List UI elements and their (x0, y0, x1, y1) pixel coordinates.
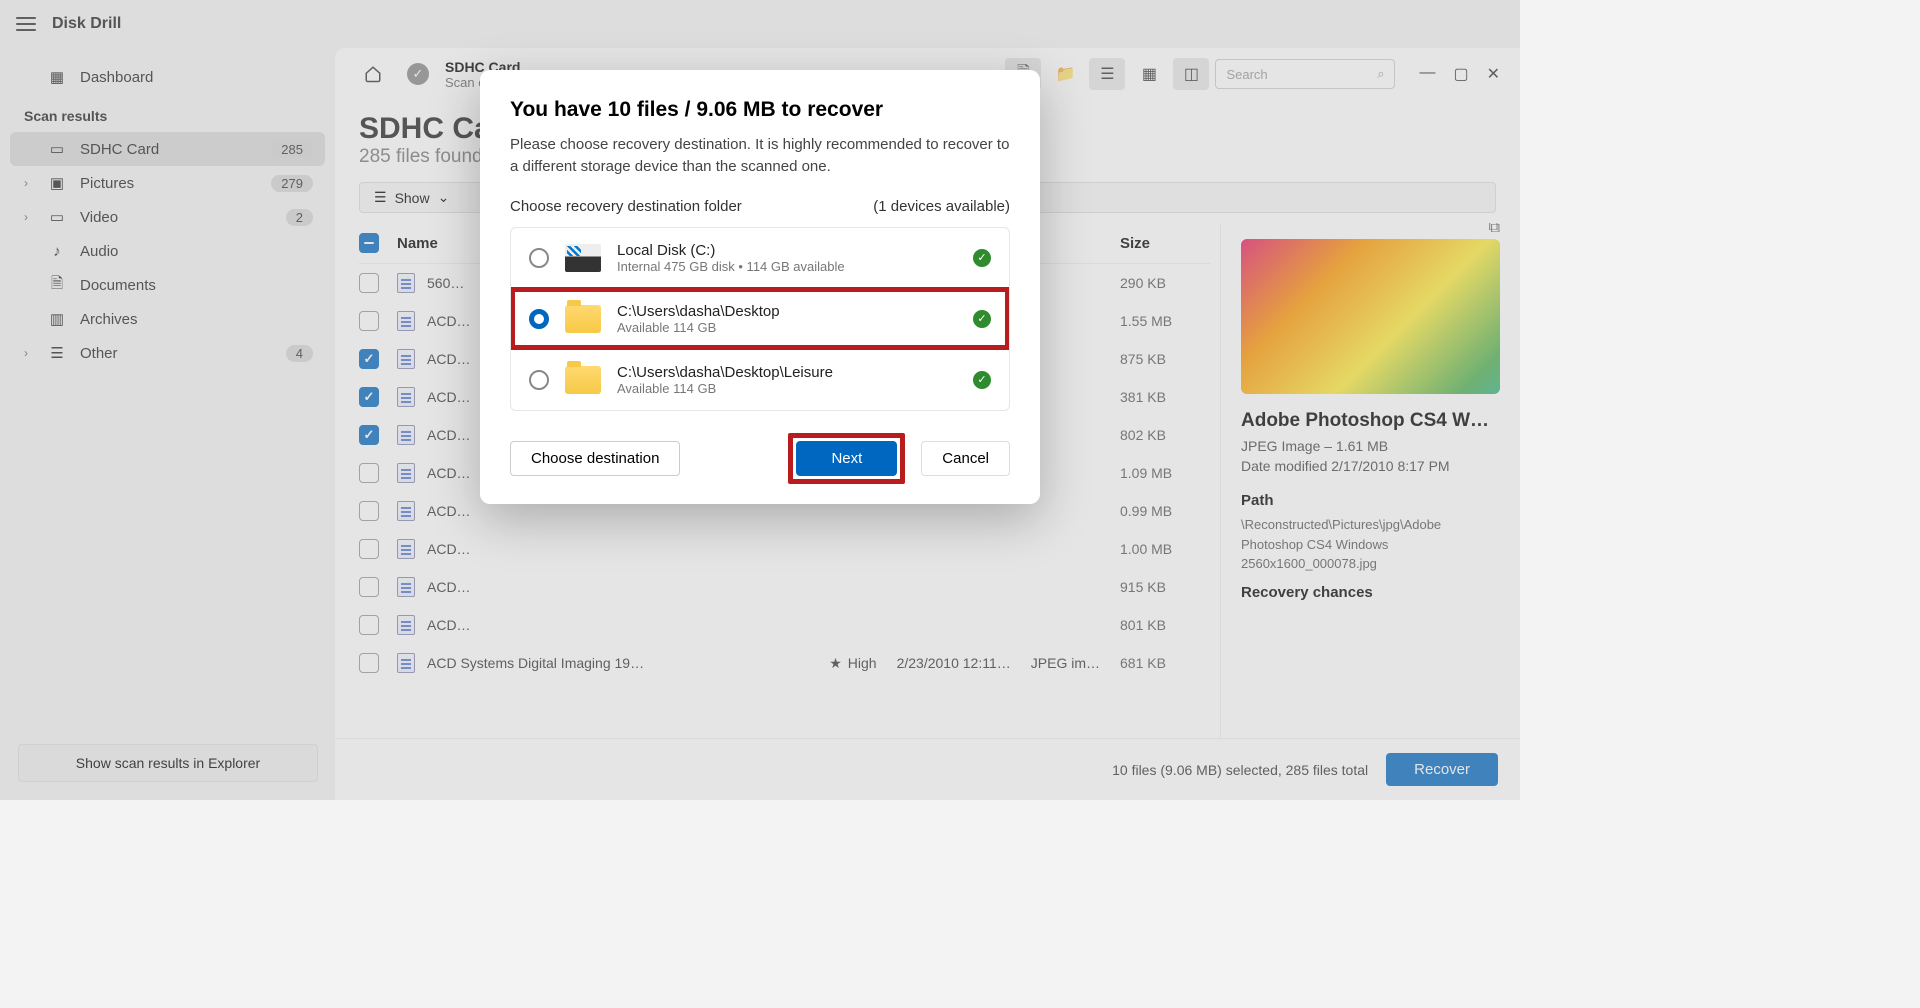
destination-option[interactable]: Local Disk (C:) Internal 475 GB disk • 1… (511, 228, 1009, 288)
destination-title: C:\Users\dasha\Desktop\Leisure (617, 364, 833, 381)
destination-option[interactable]: C:\Users\dasha\Desktop\Leisure Available… (511, 349, 1009, 410)
destination-subtitle: Internal 475 GB disk • 114 GB available (617, 259, 845, 274)
folder-icon (565, 305, 601, 333)
radio-button[interactable] (529, 370, 549, 390)
recovery-destination-modal: You have 10 files / 9.06 MB to recover P… (480, 70, 1040, 504)
cancel-button[interactable]: Cancel (921, 441, 1010, 476)
radio-button[interactable] (529, 309, 549, 329)
destination-title: C:\Users\dasha\Desktop (617, 303, 780, 320)
destination-subtitle: Available 114 GB (617, 381, 833, 396)
check-ok-icon: ✓ (973, 371, 991, 389)
drive-icon (565, 244, 601, 272)
modal-title: You have 10 files / 9.06 MB to recover (510, 98, 1010, 122)
choose-folder-label: Choose recovery destination folder (510, 198, 742, 215)
folder-icon (565, 366, 601, 394)
check-ok-icon: ✓ (973, 310, 991, 328)
modal-text: Please choose recovery destination. It i… (510, 134, 1010, 178)
next-button-highlight: Next (788, 433, 905, 484)
destination-list: Local Disk (C:) Internal 475 GB disk • 1… (510, 227, 1010, 411)
destination-subtitle: Available 114 GB (617, 320, 780, 335)
modal-overlay: You have 10 files / 9.06 MB to recover P… (0, 0, 1520, 800)
destination-title: Local Disk (C:) (617, 242, 845, 259)
next-button[interactable]: Next (796, 441, 897, 476)
choose-destination-button[interactable]: Choose destination (510, 441, 680, 476)
destination-option[interactable]: C:\Users\dasha\Desktop Available 114 GB … (511, 288, 1009, 349)
radio-button[interactable] (529, 248, 549, 268)
check-ok-icon: ✓ (973, 249, 991, 267)
devices-count: (1 devices available) (873, 198, 1010, 215)
